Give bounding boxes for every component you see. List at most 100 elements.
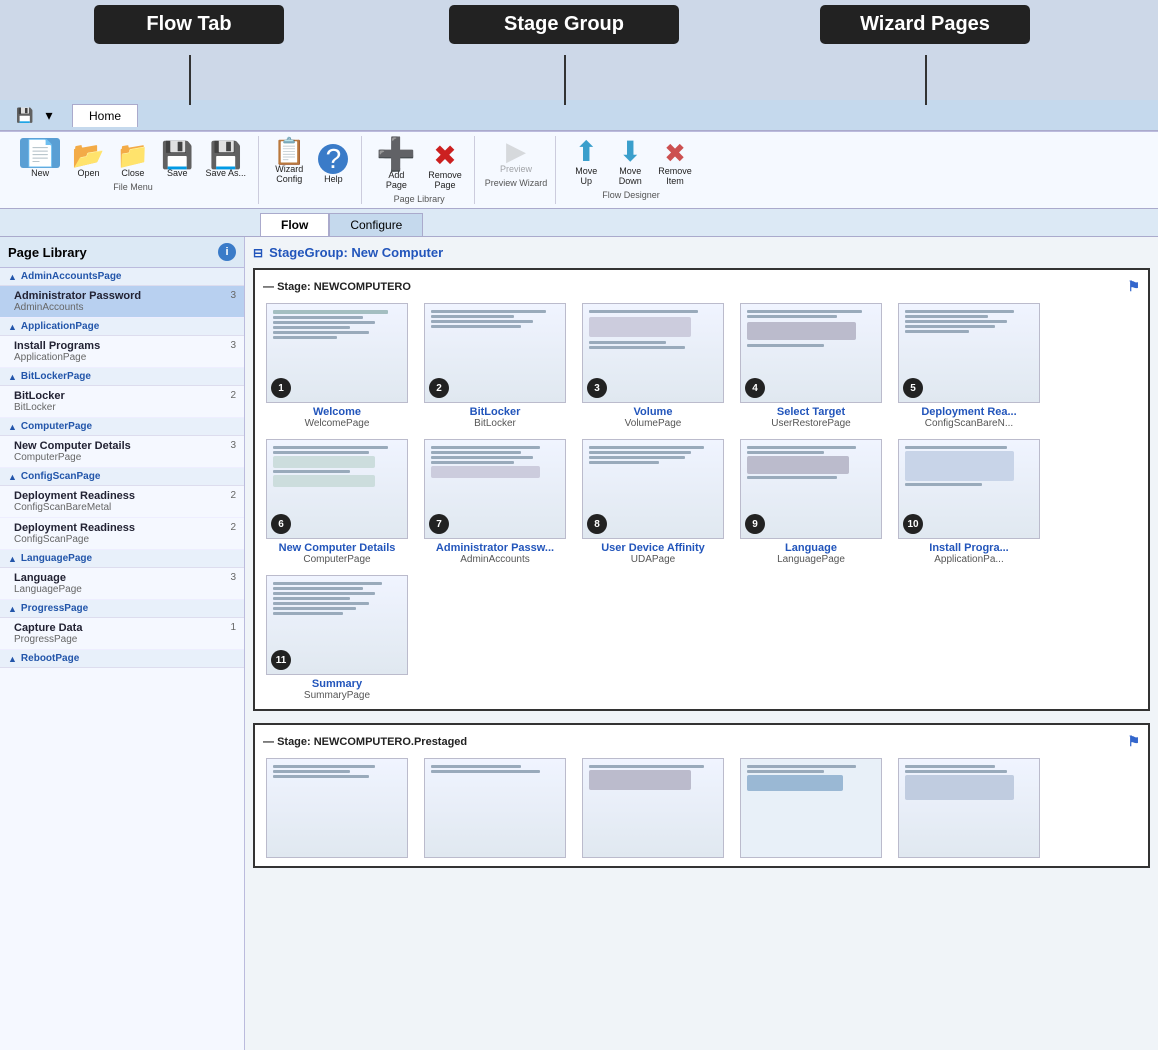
arrow-stage-group — [564, 55, 566, 105]
move-up-icon: ⬆ — [575, 138, 598, 166]
page-card-prestaged-1[interactable] — [263, 758, 411, 858]
category-arrow: ▲ — [8, 422, 17, 432]
btn-new[interactable]: 📄 New — [16, 136, 64, 180]
btn-add-page[interactable]: ➕ AddPage — [372, 136, 420, 192]
btn-open[interactable]: 📂 Open — [68, 140, 108, 180]
ribbon-tab-home[interactable]: Home — [72, 104, 138, 127]
sidebar-item-info: BitLocker BitLocker — [14, 390, 65, 413]
page-thumb-admin-password: 7 — [424, 439, 566, 539]
category-admin-accounts[interactable]: ▲ AdminAccountsPage — [0, 268, 244, 286]
quick-save-btn[interactable]: 💾 — [14, 104, 36, 126]
stage-pages-grid-2 — [263, 758, 1140, 858]
page-sub-new-computer: ComputerPage — [303, 554, 370, 565]
page-thumb-prestaged-5 — [898, 758, 1040, 858]
close-icon: 📁 — [117, 142, 149, 168]
arrow-flow-tab — [189, 55, 191, 105]
sidebar-header: Page Library i — [0, 237, 244, 268]
page-card-prestaged-3[interactable] — [579, 758, 727, 858]
btn-close[interactable]: 📁 Close — [113, 140, 153, 180]
annotation-stage-group: Stage Group — [449, 5, 679, 44]
page-thumb-prestaged-4 — [740, 758, 882, 858]
btn-wizard-config[interactable]: 📋 WizardConfig — [269, 136, 309, 186]
stage-newcomputero: — Stage: NEWCOMPUTERO ⚑ — [253, 268, 1150, 711]
page-badge-10: 10 — [903, 514, 923, 534]
sidebar-item-admin-password[interactable]: Administrator Password AdminAccounts 3 — [0, 286, 244, 318]
btn-save[interactable]: 💾 Save — [157, 140, 197, 180]
page-sub-language: LanguagePage — [777, 554, 845, 565]
page-library-label: Page Library — [394, 194, 445, 204]
category-label: ComputerPage — [21, 421, 92, 432]
page-card-welcome[interactable]: 1 Welcome WelcomePage — [263, 303, 411, 429]
collapse-btn[interactable]: ⊟ — [253, 246, 263, 260]
page-card-language[interactable]: 9 Language LanguagePage — [737, 439, 885, 565]
page-name-summary: Summary — [312, 678, 362, 690]
page-card-uda[interactable]: 8 User Device Affinity UDAPage — [579, 439, 727, 565]
btn-remove-page[interactable]: ✖ RemovePage — [424, 140, 466, 192]
page-badge-1: 1 — [271, 378, 291, 398]
tab-configure[interactable]: Configure — [329, 213, 423, 236]
designer-tab-bar: Flow Configure — [0, 209, 1158, 237]
quick-undo-btn[interactable]: ▾ — [38, 104, 60, 126]
page-badge-8: 8 — [587, 514, 607, 534]
ribbon-group-preview: ▶ Preview Preview Wizard — [477, 136, 557, 204]
quick-access-toolbar: 💾 ▾ — [6, 102, 68, 128]
sidebar-item-info: Deployment Readiness ConfigScanBareMetal — [14, 490, 135, 513]
category-label: RebootPage — [21, 653, 79, 664]
sidebar-item-capture-data[interactable]: Capture Data ProgressPage 1 — [0, 618, 244, 650]
category-progress-page[interactable]: ▲ ProgressPage — [0, 600, 244, 618]
category-configscan-page[interactable]: ▲ ConfigScanPage — [0, 468, 244, 486]
page-card-prestaged-5[interactable] — [895, 758, 1043, 858]
btn-saveas[interactable]: 💾 Save As... — [202, 140, 251, 180]
page-card-deployment-rea[interactable]: 5 Deployment Rea... ConfigScanBareN... — [895, 303, 1043, 429]
sidebar-item-deployment-readiness-1[interactable]: Deployment Readiness ConfigScanBareMetal… — [0, 486, 244, 518]
page-card-bitlocker[interactable]: 2 BitLocker BitLocker — [421, 303, 569, 429]
page-badge-3: 3 — [587, 378, 607, 398]
sidebar-item-info: Install Programs ApplicationPage — [14, 340, 100, 363]
page-thumb-deployment-rea: 5 — [898, 303, 1040, 403]
page-card-volume[interactable]: 3 Volume VolumePage — [579, 303, 727, 429]
page-library-sidebar: Page Library i ▲ AdminAccountsPage Admin… — [0, 237, 245, 1050]
ribbon-flow-designer-items: ⬆ MoveUp ⬇ MoveDown ✖ RemoveItem — [566, 136, 696, 188]
page-card-prestaged-2[interactable] — [421, 758, 569, 858]
page-card-select-target[interactable]: 4 Select Target UserRestorePage — [737, 303, 885, 429]
sidebar-item-bitlocker[interactable]: BitLocker BitLocker 2 — [0, 386, 244, 418]
category-arrow: ▲ — [8, 372, 17, 382]
sidebar-item-info: Administrator Password AdminAccounts — [14, 290, 141, 313]
btn-move-up[interactable]: ⬆ MoveUp — [566, 136, 606, 188]
sidebar-item-install-programs[interactable]: Install Programs ApplicationPage 3 — [0, 336, 244, 368]
page-thumb-new-computer: 6 — [266, 439, 408, 539]
btn-move-down[interactable]: ⬇ MoveDown — [610, 136, 650, 188]
category-label: LanguagePage — [21, 553, 92, 564]
category-bitlocker-page[interactable]: ▲ BitLockerPage — [0, 368, 244, 386]
page-card-summary[interactable]: 11 Summary SummaryPage — [263, 575, 411, 701]
page-card-install-programs[interactable]: 10 Install Progra... ApplicationPa... — [895, 439, 1043, 565]
tab-flow[interactable]: Flow — [260, 213, 329, 236]
category-arrow: ▲ — [8, 322, 17, 332]
page-card-admin-password[interactable]: 7 Administrator Passw... AdminAccounts — [421, 439, 569, 565]
sidebar-info-btn[interactable]: i — [218, 243, 236, 261]
page-thumb-welcome: 1 — [266, 303, 408, 403]
category-computer-page[interactable]: ▲ ComputerPage — [0, 418, 244, 436]
page-thumb-select-target: 4 — [740, 303, 882, 403]
btn-help[interactable]: ? Help — [313, 142, 353, 186]
page-thumb-summary: 11 — [266, 575, 408, 675]
btn-remove-item[interactable]: ✖ RemoveItem — [654, 138, 696, 188]
page-card-new-computer-details[interactable]: 6 New Computer Details ComputerPage — [263, 439, 411, 565]
sidebar-item-language[interactable]: Language LanguagePage 3 — [0, 568, 244, 600]
stage-label: Stage: NEWCOMPUTERO — [277, 281, 411, 293]
category-reboot-page[interactable]: ▲ RebootPage — [0, 650, 244, 668]
sidebar-item-deployment-readiness-2[interactable]: Deployment Readiness ConfigScanPage 2 — [0, 518, 244, 550]
app-container: 💾 ▾ Home 📄 New 📂 — [0, 100, 1158, 1050]
remove-item-icon: ✖ — [664, 140, 686, 166]
page-sub-uda: UDAPage — [631, 554, 675, 565]
page-card-prestaged-4[interactable] — [737, 758, 885, 858]
category-application-page[interactable]: ▲ ApplicationPage — [0, 318, 244, 336]
sidebar-item-new-computer[interactable]: New Computer Details ComputerPage 3 — [0, 436, 244, 468]
btn-preview[interactable]: ▶ Preview — [496, 136, 536, 176]
category-language-page[interactable]: ▲ LanguagePage — [0, 550, 244, 568]
sidebar-item-info: Deployment Readiness ConfigScanPage — [14, 522, 135, 545]
page-badge-2: 2 — [429, 378, 449, 398]
category-label: BitLockerPage — [21, 371, 91, 382]
page-sub-deployment-rea: ConfigScanBareN... — [925, 418, 1013, 429]
saveas-icon: 💾 — [210, 142, 242, 168]
